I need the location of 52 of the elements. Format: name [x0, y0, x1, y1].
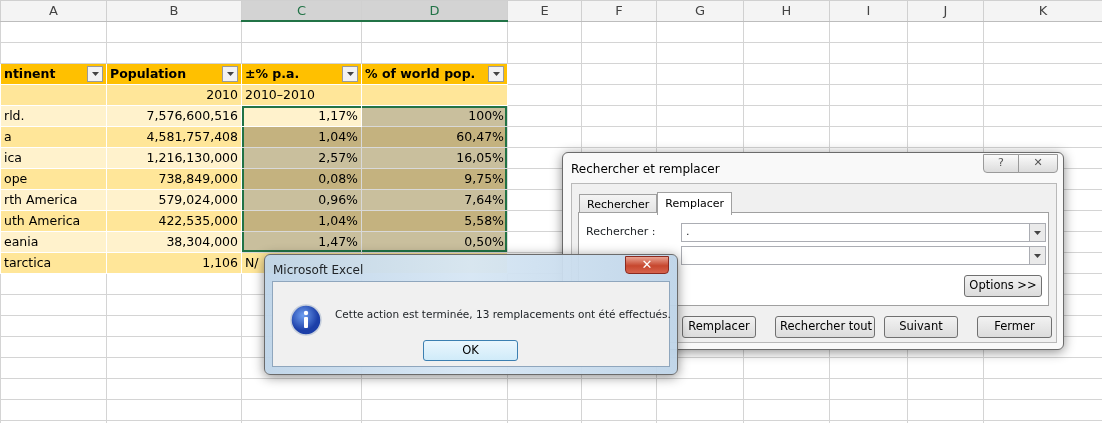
- info-icon: [290, 304, 322, 336]
- dialog-button[interactable]: Remplacer: [682, 316, 756, 338]
- filter-dropdown-button[interactable]: [87, 65, 103, 82]
- filter-dropdown-button[interactable]: [222, 65, 238, 82]
- message-text: Cette action est terminée, 13 remplacements ont été effectués.: [335, 307, 671, 322]
- caret-icon: [1034, 253, 1041, 258]
- close-button[interactable]: ✕: [625, 256, 669, 274]
- dialog-button[interactable]: Suivant: [884, 316, 958, 338]
- dialog-button[interactable]: Fermer: [977, 316, 1052, 338]
- column-header[interactable]: A: [0, 0, 107, 21]
- filter-dropdown-button[interactable]: [342, 65, 358, 82]
- filter-dropdown-button[interactable]: [488, 65, 504, 82]
- combo-field[interactable]: [681, 246, 1046, 265]
- dialog-button[interactable]: Rechercher tout: [775, 316, 875, 338]
- column-title: ntinent: [4, 65, 56, 83]
- column-header[interactable]: H: [743, 0, 830, 21]
- column-title: ±% p.a.: [245, 65, 300, 83]
- column-header[interactable]: D: [361, 0, 508, 21]
- column-header[interactable]: I: [829, 0, 908, 21]
- table-cell: rth America: [0, 189, 107, 210]
- dropdown-button[interactable]: [1029, 247, 1045, 264]
- column-header[interactable]: J: [907, 0, 984, 21]
- table-cell: tarctica: [0, 252, 107, 273]
- table-cell: ope: [0, 168, 107, 189]
- table-cell: a: [0, 126, 107, 147]
- combo-field[interactable]: .: [681, 223, 1046, 242]
- column-header[interactable]: K: [983, 0, 1102, 21]
- caret-icon: [1034, 230, 1041, 235]
- caret-icon: [91, 71, 99, 76]
- dropdown-button[interactable]: [1029, 224, 1045, 241]
- column-title: % of world pop.: [365, 65, 476, 83]
- column-header[interactable]: F: [581, 0, 657, 21]
- help-button[interactable]: ?: [983, 154, 1019, 173]
- column-header[interactable]: B: [106, 0, 242, 21]
- table-cell: eania: [0, 231, 107, 252]
- window-title: Rechercher et remplacer: [571, 161, 720, 178]
- column-title: Population: [110, 65, 187, 83]
- table-cell: uth America: [0, 210, 107, 231]
- options-button[interactable]: Options >>: [964, 275, 1042, 297]
- caret-icon: [226, 71, 234, 76]
- caret-icon: [346, 71, 354, 76]
- field-label: Rechercher :: [586, 224, 657, 241]
- table-cell: rld.: [0, 105, 107, 126]
- table-cell: ica: [0, 147, 107, 168]
- tab[interactable]: Remplacer: [657, 192, 733, 215]
- column-header[interactable]: C: [241, 0, 362, 21]
- tab[interactable]: Rechercher: [579, 194, 658, 214]
- caret-icon: [492, 71, 500, 76]
- ok-button[interactable]: OK: [423, 340, 518, 361]
- column-header[interactable]: G: [656, 0, 744, 21]
- column-header[interactable]: E: [507, 0, 582, 21]
- close-button[interactable]: ✕: [1018, 154, 1058, 173]
